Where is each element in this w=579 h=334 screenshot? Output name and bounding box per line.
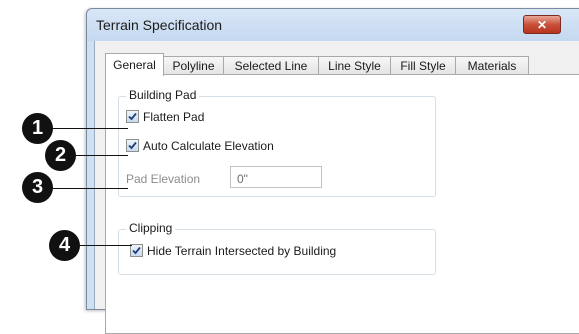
- close-button[interactable]: ✕: [523, 15, 561, 34]
- terrain-specification-dialog: Terrain Specification ✕ General Polyline…: [86, 8, 579, 334]
- callout-4-leader: [77, 245, 132, 246]
- tab-fill-style[interactable]: Fill Style: [390, 56, 456, 75]
- flatten-pad-checkbox[interactable]: [126, 110, 139, 124]
- callout-1: 1: [22, 113, 53, 144]
- close-icon: ✕: [536, 18, 548, 32]
- building-pad-group: Building Pad Flatten Pad Auto Calculate …: [118, 88, 436, 197]
- checkmark-icon: [128, 142, 137, 150]
- title-bar[interactable]: Terrain Specification ✕: [87, 9, 579, 41]
- callout-2: 2: [45, 140, 76, 171]
- hide-terrain-label: Hide Terrain Intersected by Building: [147, 244, 337, 258]
- hide-terrain-checkbox[interactable]: [130, 244, 143, 258]
- hide-terrain-option[interactable]: Hide Terrain Intersected by Building: [130, 244, 336, 258]
- auto-calculate-elevation-label: Auto Calculate Elevation: [143, 139, 274, 153]
- tab-materials[interactable]: Materials: [455, 56, 529, 75]
- building-pad-group-label: Building Pad: [126, 88, 200, 102]
- flatten-pad-option[interactable]: Flatten Pad: [126, 110, 204, 124]
- checkmark-icon: [128, 113, 137, 121]
- pad-elevation-input[interactable]: [230, 166, 322, 188]
- callout-4: 4: [49, 230, 80, 261]
- dialog-title: Terrain Specification: [96, 17, 223, 33]
- callout-3-leader: [50, 188, 128, 189]
- tab-selected-line[interactable]: Selected Line: [223, 56, 319, 75]
- pad-elevation-label: Pad Elevation: [126, 172, 201, 186]
- flatten-pad-label: Flatten Pad: [143, 110, 205, 124]
- tab-general[interactable]: General: [105, 53, 164, 76]
- general-tab-panel: Building Pad Flatten Pad Auto Calculate …: [105, 74, 579, 334]
- checkmark-icon: [132, 247, 141, 255]
- callout-1-leader: [50, 128, 128, 129]
- clipping-group: Clipping Hide Terrain Intersected by Bui…: [118, 221, 436, 275]
- clipping-group-label: Clipping: [126, 221, 176, 235]
- callout-2-leader: [73, 155, 128, 156]
- auto-calculate-elevation-option[interactable]: Auto Calculate Elevation: [126, 139, 274, 153]
- callout-3: 3: [22, 172, 53, 203]
- auto-calculate-elevation-checkbox[interactable]: [126, 139, 139, 153]
- dialog-body: General Polyline Selected Line Line Styl…: [94, 41, 579, 334]
- tab-line-style[interactable]: Line Style: [318, 56, 391, 75]
- tab-polyline[interactable]: Polyline: [163, 56, 224, 75]
